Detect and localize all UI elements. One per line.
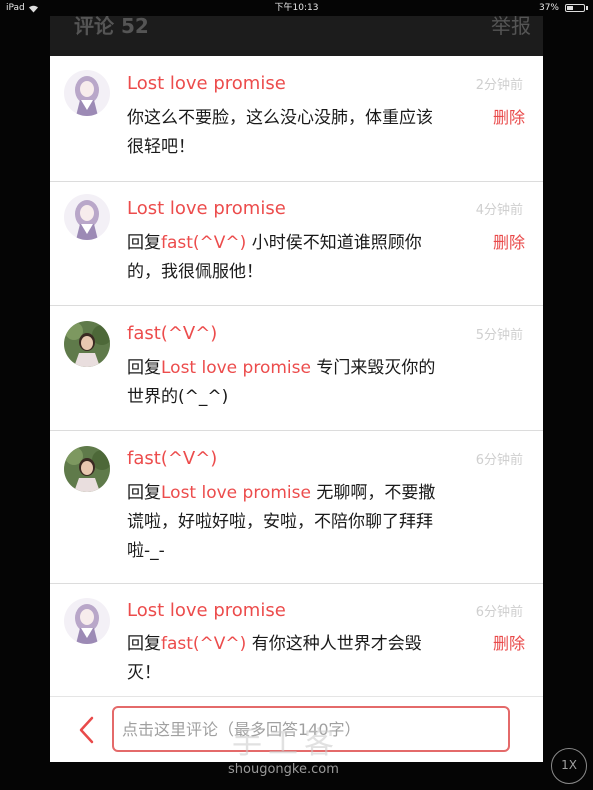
comment-list[interactable]: Lost love promise 2分钟前 删除 你这么不要脸，这么没心没肺，…	[50, 56, 543, 696]
anime-girl-avatar[interactable]	[64, 194, 110, 240]
battery-nub	[586, 6, 588, 10]
watermark-url: shougongke.com	[228, 762, 339, 777]
reply-prefix: 回复	[127, 233, 161, 253]
chevron-left-icon[interactable]	[76, 715, 98, 745]
reply-prefix: 回复	[127, 358, 161, 378]
comment-text: 你这么不要脸，这么没心没肺，体重应该很轻吧！	[127, 104, 437, 162]
delete-button[interactable]: 删除	[493, 104, 525, 128]
reply-prefix: 回复	[127, 634, 161, 654]
comment-author[interactable]: fast(^V^)	[127, 323, 217, 344]
battery-percent: 37%	[538, 3, 559, 13]
comment-author[interactable]: Lost love promise	[127, 198, 286, 219]
comment-text: 回复Lost love promise 无聊啊，不要撒谎啦，好啦好啦，安啦，不陪…	[127, 479, 437, 566]
anime-girl-avatar[interactable]	[64, 598, 110, 644]
comment-item: fast(^V^) 6分钟前 回复Lost love promise 无聊啊，不…	[50, 431, 543, 584]
delete-button[interactable]: 删除	[493, 229, 525, 253]
photo-girl-avatar[interactable]	[64, 321, 110, 367]
comment-time: 6分钟前	[475, 605, 523, 620]
watermark-logo: 手工客	[232, 726, 340, 761]
reply-mention[interactable]: fast(^V^)	[161, 634, 246, 654]
comment-time: 5分钟前	[475, 328, 523, 343]
report-button[interactable]: 举报	[491, 16, 531, 39]
reply-mention[interactable]: fast(^V^)	[161, 233, 246, 253]
page-title: 评论 52	[74, 16, 149, 38]
reply-mention[interactable]: Lost love promise	[161, 483, 311, 503]
comment-author[interactable]: Lost love promise	[127, 73, 286, 94]
comment-item: fast(^V^) 5分钟前 回复Lost love promise 专门来毁灭…	[50, 306, 543, 431]
comment-time: 2分钟前	[475, 78, 523, 93]
comment-text: 回复fast(^V^) 小时侯不知道谁照顾你的，我很佩服他！	[127, 229, 437, 287]
comment-body: 你这么不要脸，这么没心没肺，体重应该很轻吧！	[127, 108, 433, 157]
anime-girl-avatar[interactable]	[64, 70, 110, 116]
zoom-button[interactable]: 1X	[551, 748, 587, 784]
status-time: 下午10:13	[274, 3, 319, 13]
comment-item: Lost love promise 4分钟前 删除 回复fast(^V^) 小时…	[50, 182, 543, 306]
photo-girl-avatar[interactable]	[64, 446, 110, 492]
comment-time: 4分钟前	[475, 203, 523, 218]
comment-text: 回复Lost love promise 专门来毁灭你的世界的(^_^)	[127, 354, 437, 412]
comment-text: 回复fast(^V^) 有你这种人世界才会毁灭！	[127, 630, 437, 688]
comment-author[interactable]: Lost love promise	[127, 600, 286, 621]
delete-button[interactable]: 删除	[493, 630, 525, 654]
comment-item: Lost love promise 2分钟前 删除 你这么不要脸，这么没心没肺，…	[50, 56, 543, 182]
battery-fill	[567, 6, 573, 10]
reply-prefix: 回复	[127, 483, 161, 503]
battery-icon	[565, 4, 585, 12]
status-bar: iPad 下午10:13 37%	[0, 0, 593, 16]
comment-time: 6分钟前	[475, 453, 523, 468]
reply-mention[interactable]: Lost love promise	[161, 358, 311, 378]
comment-author[interactable]: fast(^V^)	[127, 448, 217, 469]
app-header: 评论 52 举报	[50, 16, 543, 56]
comment-item: Lost love promise 6分钟前 删除 回复fast(^V^) 有你…	[50, 584, 543, 696]
